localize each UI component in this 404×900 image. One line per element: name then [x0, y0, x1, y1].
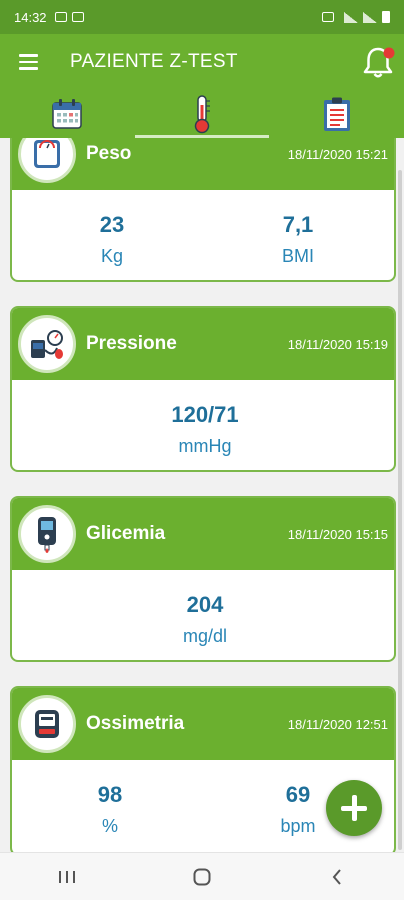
card-title: Pressione	[86, 333, 177, 354]
recent-apps-icon	[59, 870, 76, 883]
card-title: Peso	[86, 143, 132, 164]
card-date: 18/11/2020 15:21	[287, 147, 388, 162]
measurements-list[interactable]: Peso 18/11/2020 15:21 23 Kg 7,1 BMI Pres…	[0, 138, 404, 852]
card-title: Ossimetria	[86, 713, 185, 734]
notification-bell-icon[interactable]	[358, 42, 398, 82]
card-date: 18/11/2020 15:19	[287, 337, 388, 352]
home-button[interactable]	[172, 857, 232, 897]
card-header: Peso 18/11/2020 15:21	[12, 138, 394, 190]
card-header: Ossimetria 18/11/2020 12:51	[12, 688, 394, 760]
clipboard-icon	[323, 97, 350, 131]
image-notification-icon	[54, 12, 67, 22]
card-body: 204 mg/dl	[12, 570, 394, 660]
card-peso[interactable]: Peso 18/11/2020 15:21 23 Kg 7,1 BMI	[10, 138, 396, 282]
screen-notification-icon	[71, 12, 84, 22]
add-measurement-button[interactable]	[326, 780, 382, 836]
back-button[interactable]	[307, 857, 367, 897]
notification-dot	[383, 47, 395, 59]
tab-measurements[interactable]	[134, 90, 270, 138]
card-body: 23 Kg 7,1 BMI	[12, 190, 394, 280]
weight-value: 23	[99, 212, 125, 237]
card-glicemia[interactable]: Glicemia 18/11/2020 15:15 204 mg/dl	[10, 496, 396, 662]
bmi-value: 7,1	[282, 212, 314, 237]
status-indicators	[322, 11, 390, 23]
card-date: 18/11/2020 12:51	[287, 717, 388, 732]
status-time: 14:32	[14, 9, 47, 25]
status-bar: 14:32	[0, 0, 404, 34]
alarm-icon	[322, 12, 334, 22]
tab-clipboard[interactable]	[269, 90, 404, 138]
scale-icon	[18, 138, 76, 183]
wifi-icon	[344, 11, 358, 23]
system-nav-bar	[0, 852, 404, 900]
calendar-icon	[52, 99, 83, 129]
spo2-value: 98	[97, 782, 123, 807]
back-icon	[332, 868, 341, 885]
weight-unit: Kg	[100, 246, 124, 266]
oximeter-icon	[18, 695, 76, 753]
card-header: Pressione 18/11/2020 15:19	[12, 308, 394, 380]
app-bar: PAZIENTE Z-TEST	[0, 34, 404, 90]
pulse-unit: bpm	[280, 816, 316, 836]
home-icon	[193, 868, 211, 885]
thermometer-icon	[194, 95, 210, 134]
page-title: PAZIENTE Z-TEST	[70, 51, 238, 72]
tab-calendar[interactable]	[0, 90, 135, 138]
pressure-value: 120/71	[171, 402, 239, 427]
recent-apps-button[interactable]	[37, 857, 97, 897]
bmi-unit: BMI	[281, 246, 314, 266]
pressure-unit: mmHg	[178, 436, 232, 456]
battery-icon	[382, 11, 390, 23]
card-header: Glicemia 18/11/2020 15:15	[12, 498, 394, 570]
hamburger-menu-icon[interactable]	[0, 34, 56, 90]
spo2-unit: %	[101, 816, 118, 836]
scrollbar[interactable]	[398, 170, 402, 850]
card-body: 120/71 mmHg	[12, 380, 394, 470]
card-title: Glicemia	[86, 523, 166, 544]
tab-bar	[0, 90, 404, 138]
signal-icon	[363, 11, 377, 23]
glucose-unit: mg/dl	[182, 626, 227, 646]
glucometer-icon	[18, 505, 76, 563]
blood-pressure-icon	[18, 315, 76, 373]
card-date: 18/11/2020 15:15	[287, 527, 388, 542]
glucose-value: 204	[186, 592, 224, 617]
card-pressione[interactable]: Pressione 18/11/2020 15:19 120/71 mmHg	[10, 306, 396, 472]
